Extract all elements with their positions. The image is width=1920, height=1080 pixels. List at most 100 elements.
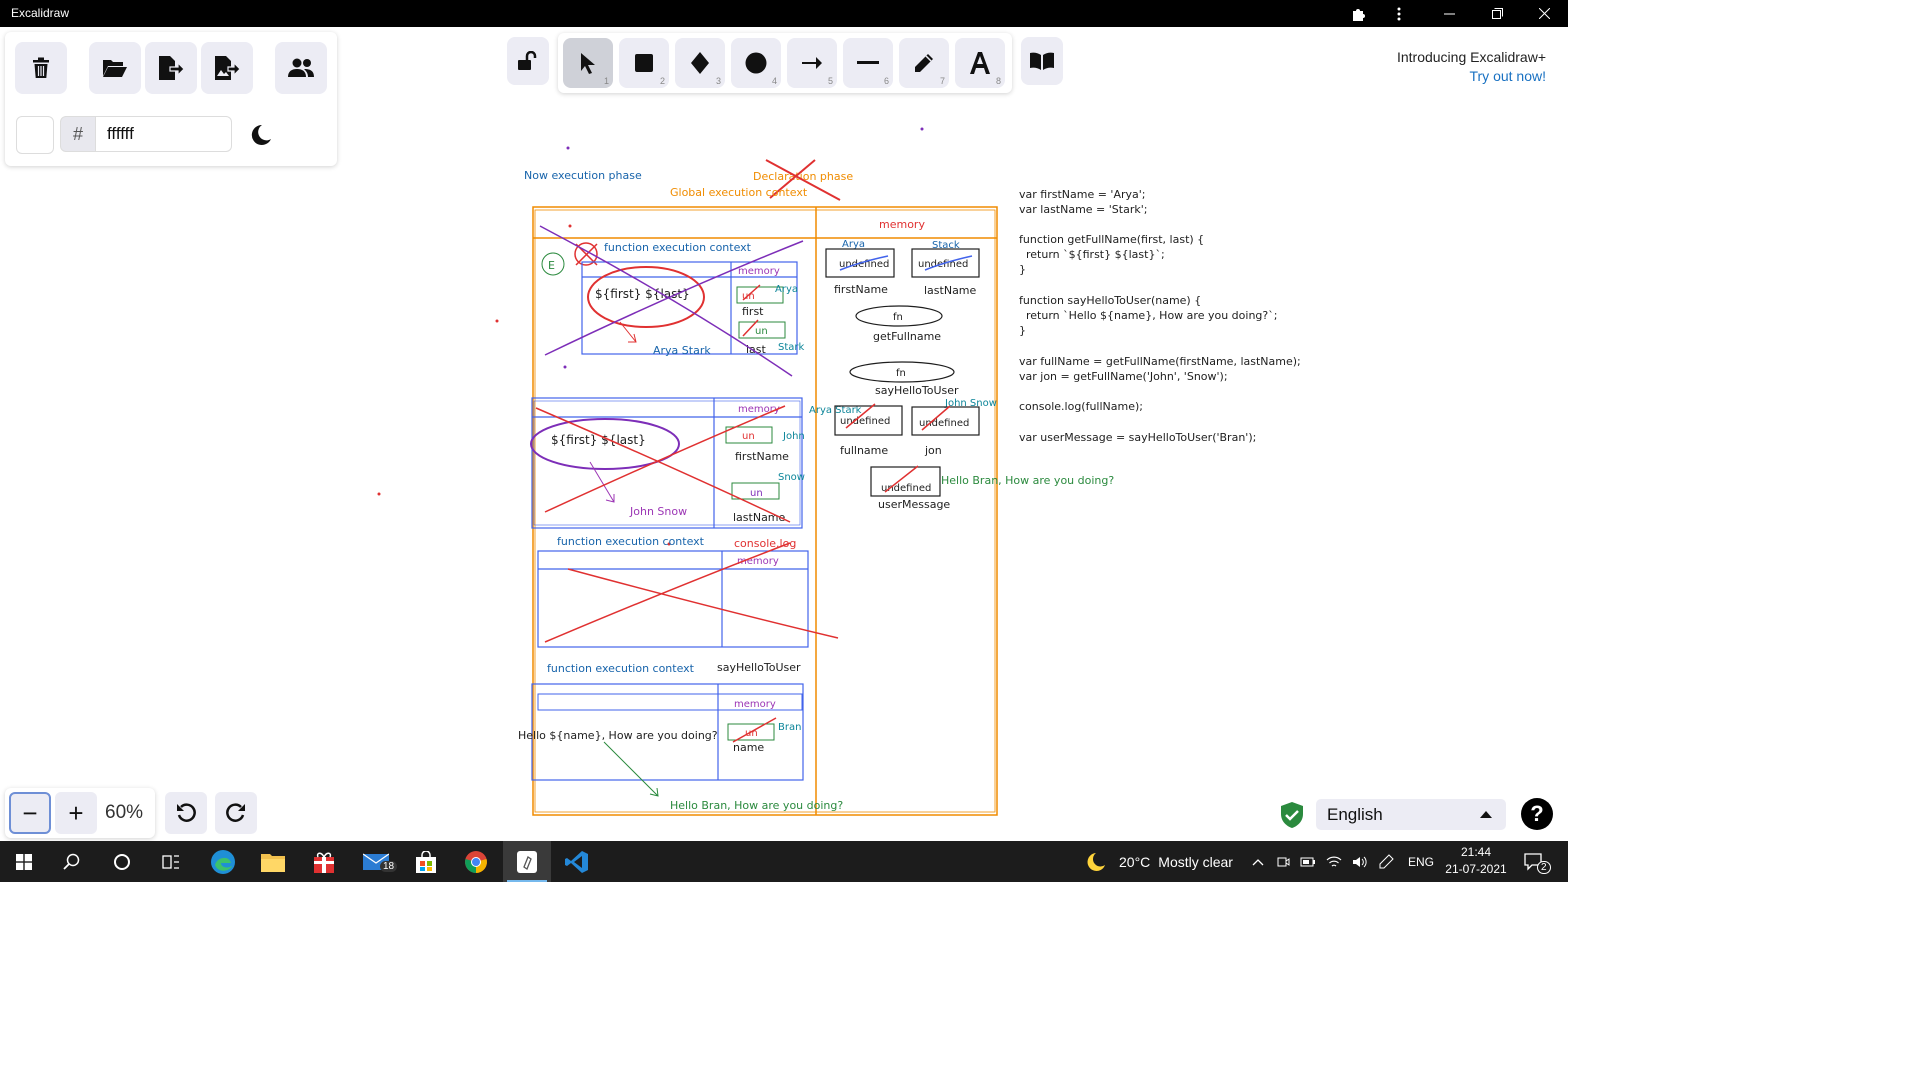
tool-diamond[interactable]: 3: [675, 38, 725, 88]
gm-sayhello-value: fn: [896, 368, 906, 379]
tool-rectangle[interactable]: 2: [619, 38, 669, 88]
chrome-app[interactable]: [452, 841, 500, 882]
main-menu-panel: #: [5, 32, 337, 166]
code-line: function getFullName(first, last) {: [1019, 233, 1204, 246]
theme-toggle-button[interactable]: [245, 120, 275, 150]
wifi-icon[interactable]: [1326, 855, 1342, 869]
vscode-app[interactable]: [553, 841, 601, 882]
live-collaboration-button[interactable]: [275, 42, 327, 94]
tool-arrow[interactable]: 5: [787, 38, 837, 88]
library-button[interactable]: [1021, 37, 1063, 85]
meet-now-icon[interactable]: [1276, 855, 1290, 869]
tray-icons: ENG: [1252, 841, 1434, 882]
stray-dot: [568, 224, 572, 228]
fec1-first-un: un: [742, 291, 755, 302]
fec4-name-label: name: [733, 741, 764, 754]
fec3-label: function execution context: [557, 535, 705, 548]
fec2-firstname-label: firstName: [735, 450, 789, 463]
diamond-icon: [691, 52, 709, 74]
e-badge-label: E: [548, 259, 555, 272]
lock-button[interactable]: [507, 37, 549, 85]
arrow-right-icon: [802, 57, 822, 69]
fec1-stark-value: Stark: [778, 342, 805, 353]
zoom-level[interactable]: 60%: [105, 802, 143, 824]
gm-fullname-value: undefined: [840, 416, 890, 427]
fec4-result: Hello Bran, How are you doing?: [670, 799, 843, 812]
file-explorer-app[interactable]: [249, 841, 297, 882]
chevron-up-icon[interactable]: [1252, 858, 1264, 866]
volume-icon[interactable]: [1352, 855, 1368, 869]
tool-shortcut: 7: [939, 76, 945, 86]
windows-icon: [16, 853, 32, 870]
pen-icon[interactable]: [1378, 853, 1394, 870]
help-button[interactable]: ?: [1521, 798, 1553, 830]
tool-shortcut: 4: [771, 76, 777, 86]
gm-usermessage-label: userMessage: [878, 498, 950, 511]
folder-icon: [261, 853, 285, 872]
code-block: var firstName = 'Arya'; var lastName = '…: [1019, 188, 1301, 444]
pencil-icon: [915, 54, 933, 72]
promo-title: Introducing Excalidraw+: [1396, 49, 1546, 65]
weather-widget[interactable]: 20°C Mostly clear: [1085, 841, 1233, 882]
stray-dot: [377, 492, 381, 496]
stray-dot: [566, 146, 570, 150]
input-language[interactable]: ENG: [1408, 855, 1434, 869]
start-button[interactable]: [0, 841, 48, 882]
mail-app[interactable]: 18: [352, 841, 400, 882]
stray-dot: [495, 319, 499, 323]
undo-button[interactable]: [165, 792, 207, 834]
tool-line[interactable]: 6: [843, 38, 893, 88]
notification-center-button[interactable]: 2: [1524, 841, 1551, 882]
zoom-in-button[interactable]: +: [55, 792, 97, 834]
edge-app[interactable]: [199, 841, 247, 882]
tool-ellipse[interactable]: 4: [731, 38, 781, 88]
cortana-button[interactable]: [98, 841, 146, 882]
text-icon: [970, 52, 990, 74]
code-line: console.log(fullName);: [1019, 400, 1143, 413]
zoom-out-button[interactable]: −: [9, 792, 51, 834]
excalidraw-app[interactable]: [503, 841, 551, 882]
gm-usermessage-new: Hello Bran, How are you doing?: [941, 474, 1114, 487]
redo-icon: [226, 803, 245, 822]
fec2-john-value: John: [782, 431, 805, 442]
background-color-input[interactable]: [96, 116, 232, 152]
fec2-snow-value: Snow: [778, 472, 805, 483]
clear-canvas-button[interactable]: [15, 42, 67, 94]
store-app[interactable]: [402, 841, 450, 882]
fec1-last-label: last: [746, 343, 767, 356]
redo-button[interactable]: [215, 792, 257, 834]
excalidraw-icon: [517, 850, 537, 873]
mail-badge: 18: [380, 861, 398, 872]
language-select[interactable]: English: [1316, 799, 1506, 830]
fec4-callee: sayHelloToUser: [717, 661, 801, 674]
fec4-label: function execution context: [547, 662, 695, 675]
code-line: function sayHelloToUser(name) {: [1019, 294, 1201, 307]
save-button[interactable]: [145, 42, 197, 94]
taskbar-clock[interactable]: 21:44 21-07-2021: [1444, 844, 1508, 878]
battery-icon[interactable]: [1300, 856, 1316, 868]
search-button[interactable]: [48, 841, 96, 882]
fec4-green-arrow: [603, 741, 659, 797]
tool-shortcut: 1: [603, 76, 609, 86]
gift-app[interactable]: [300, 841, 348, 882]
code-line: var userMessage = sayHelloToUser('Bran')…: [1019, 431, 1256, 444]
tool-text[interactable]: 8: [955, 38, 1005, 88]
background-color-swatch[interactable]: [16, 116, 54, 154]
clock-date: 21-07-2021: [1445, 862, 1507, 876]
tool-draw[interactable]: 7: [899, 38, 949, 88]
encryption-indicator[interactable]: [1280, 802, 1304, 828]
users-icon: [288, 58, 314, 77]
global-context-label: Global execution context: [670, 186, 808, 199]
promo-link[interactable]: Try out now!: [1397, 67, 1546, 86]
image-export-icon: [215, 56, 240, 80]
open-button[interactable]: [89, 42, 141, 94]
code-line: return `${first} ${last}`;: [1019, 248, 1165, 261]
tool-selection[interactable]: 1: [563, 38, 613, 88]
code-line: }: [1019, 324, 1026, 337]
export-image-button[interactable]: [201, 42, 253, 94]
gift-icon: [314, 852, 334, 873]
task-view-button[interactable]: [147, 841, 195, 882]
square-icon: [635, 54, 653, 72]
gm-firstname-value: undefined: [839, 259, 889, 270]
weather-condition: Mostly clear: [1158, 853, 1233, 870]
